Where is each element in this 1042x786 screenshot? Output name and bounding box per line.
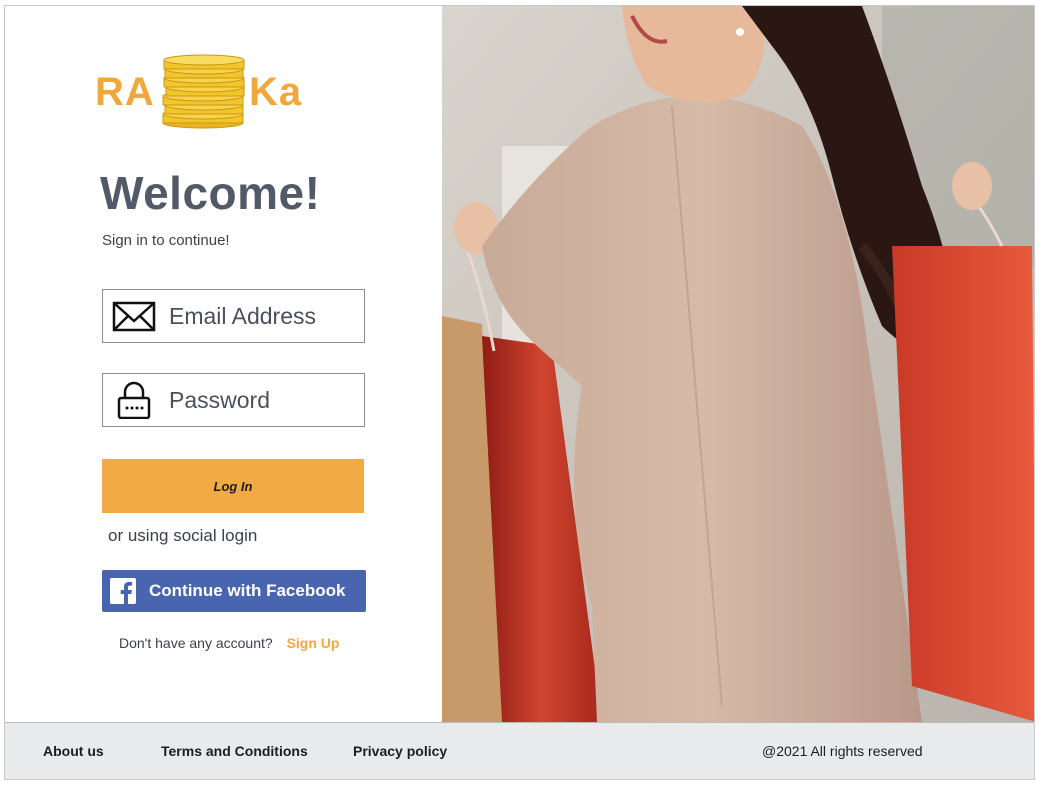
login-panel: RA Ka Welcome! Sign in to continue! Emai… [5, 6, 442, 722]
password-field [102, 373, 365, 427]
login-button[interactable]: Log In [102, 459, 364, 513]
hero-image [442, 6, 1034, 722]
facebook-button-label: Continue with Facebook [149, 581, 346, 600]
email-field [102, 289, 365, 343]
logo-text-right: Ka [249, 70, 303, 114]
brand-logo: RA Ka [93, 50, 313, 130]
lock-icon [117, 381, 151, 419]
app-frame: RA Ka Welcome! Sign in to continue! Emai… [4, 5, 1035, 780]
facebook-login-button[interactable]: Continue with Facebook [102, 570, 366, 612]
footer-link-privacy[interactable]: Privacy policy [353, 743, 447, 759]
password-input[interactable] [169, 382, 355, 418]
signup-row: Don't have any account? Sign Up [119, 635, 339, 651]
signup-link[interactable]: Sign Up [287, 635, 340, 651]
page-title: Welcome! [100, 167, 321, 219]
page-subtitle: Sign in to continue! [102, 232, 230, 249]
footer-copyright: @2021 All rights reserved [762, 743, 923, 759]
footer-link-terms[interactable]: Terms and Conditions [161, 743, 308, 759]
facebook-icon [110, 578, 136, 604]
social-login-label: or using social login [108, 526, 258, 545]
signup-prompt: Don't have any account? [119, 635, 273, 651]
footer-link-about[interactable]: About us [43, 743, 104, 759]
footer: About us Terms and Conditions Privacy po… [5, 722, 1034, 779]
logo-text-left: RA [95, 70, 155, 114]
envelope-icon [112, 301, 156, 332]
email-input[interactable] [169, 298, 355, 334]
coins-stack-icon [162, 54, 245, 129]
